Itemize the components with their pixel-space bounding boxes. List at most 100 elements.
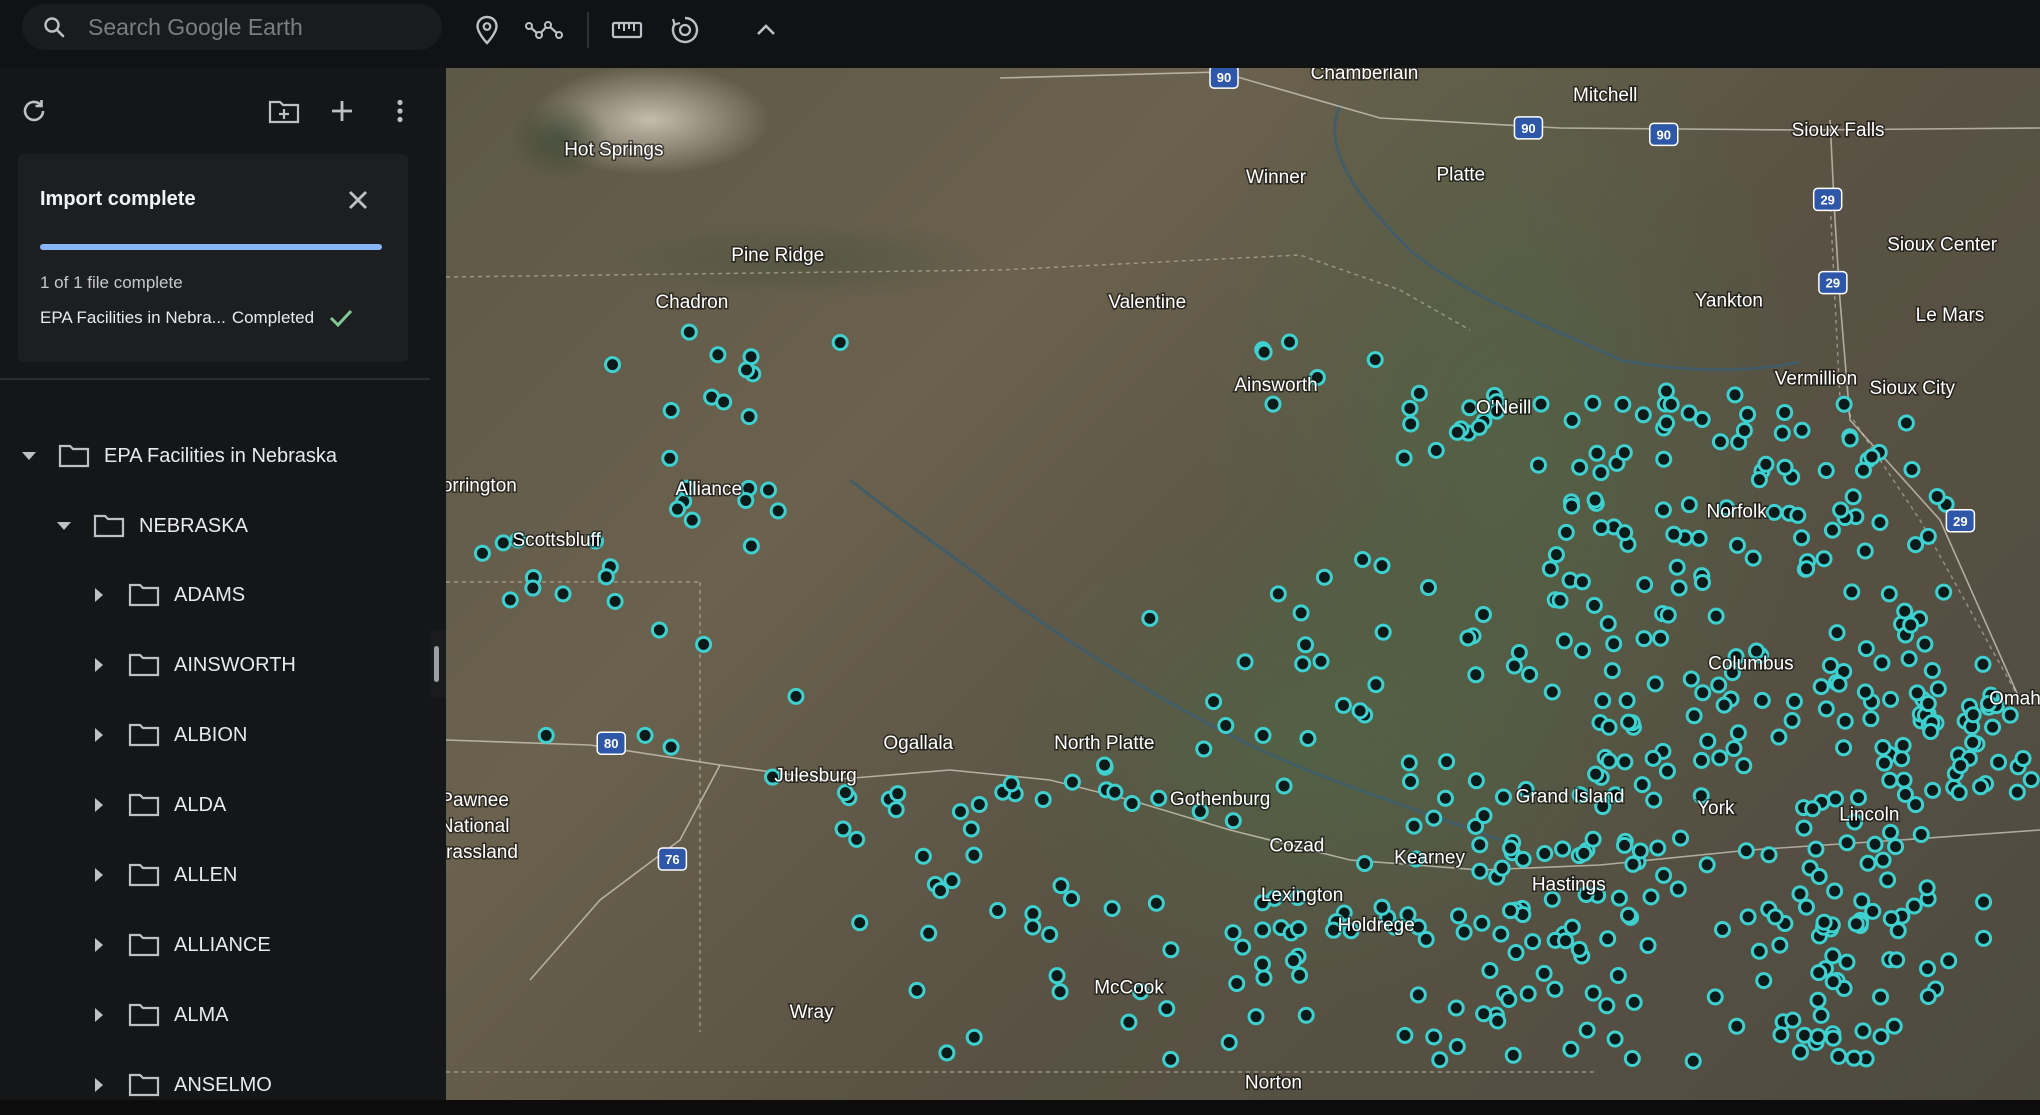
facility-marker [1815, 550, 1833, 568]
tree-item-anselmo[interactable]: ANSELMO [0, 1055, 518, 1115]
svg-text:29: 29 [1820, 192, 1834, 207]
facility-marker [1836, 712, 1854, 730]
facility-marker [1162, 1050, 1180, 1068]
facility-marker [1600, 718, 1618, 736]
map-canvas[interactable]: 90 90 90 29 29 29 80 76 Chamberlain Mitchell Siou… [446, 68, 2040, 1100]
expand-down-icon[interactable] [53, 515, 75, 537]
import-status-card: Import complete 1 of 1 file complete EPA… [18, 154, 408, 362]
facility-marker [1919, 527, 1937, 545]
facility-marker [1699, 732, 1717, 750]
facility-marker [1475, 1005, 1493, 1023]
expand-right-icon[interactable] [88, 724, 110, 746]
tree-item-alliance[interactable]: ALLIANCE [0, 915, 518, 975]
tree-item-alma[interactable]: ALMA [0, 985, 518, 1045]
facility-marker [887, 801, 905, 819]
facility-marker [1592, 464, 1610, 482]
facility-marker [1874, 738, 1892, 756]
close-import-button[interactable] [336, 178, 380, 222]
facility-marker [1845, 1049, 1863, 1067]
facility-marker [1874, 851, 1892, 869]
more-options-button[interactable] [380, 91, 420, 131]
expand-right-icon[interactable] [88, 1074, 110, 1096]
facility-marker [1255, 969, 1273, 987]
place-label: Hot Springs [564, 140, 663, 161]
facility-marker [1297, 636, 1315, 654]
expand-right-icon[interactable] [88, 934, 110, 956]
facility-marker [1744, 549, 1762, 567]
facility-marker [1431, 1051, 1449, 1069]
facility-marker [1095, 756, 1113, 774]
facility-marker [650, 621, 668, 639]
place-label: Sioux City [1869, 378, 1955, 399]
tree-item-nebraska[interactable]: NEBRASKA [0, 496, 483, 556]
svg-text:76: 76 [665, 852, 679, 867]
facility-marker [1052, 877, 1070, 895]
tree-item-root[interactable]: EPA Facilities in Nebraska [0, 426, 448, 486]
tree-item-allen[interactable]: ALLEN [0, 845, 518, 905]
tree-item-adams[interactable]: ADAMS [0, 565, 518, 625]
highway-shield: 29 [1818, 270, 1848, 295]
facility-marker [1807, 840, 1825, 858]
place-label: York [1697, 798, 1735, 819]
facility-marker [1507, 944, 1525, 962]
new-folder-button[interactable] [264, 91, 304, 131]
expand-right-icon[interactable] [88, 584, 110, 606]
facility-marker [1715, 696, 1733, 714]
search-icon [44, 17, 65, 38]
facility-marker [1760, 846, 1778, 864]
facility-marker [1690, 529, 1708, 547]
facility-marker [1312, 652, 1330, 670]
facility-marker [1048, 967, 1066, 985]
search-box[interactable] [22, 4, 442, 50]
draw-path-button[interactable] [524, 10, 564, 50]
expand-right-icon[interactable] [88, 794, 110, 816]
add-placemark-button[interactable] [467, 10, 507, 50]
import-progress-fill [40, 244, 382, 250]
facility-marker [1600, 752, 1618, 770]
place-label: Pawnee [446, 790, 509, 811]
facility-marker [1247, 1008, 1265, 1026]
expand-right-icon[interactable] [88, 654, 110, 676]
facility-marker [1281, 333, 1299, 351]
folder-icon [128, 583, 160, 607]
facility-marker [1684, 1052, 1702, 1070]
tree-item-label: ADAMS [174, 583, 246, 606]
map-view[interactable]: 90 90 90 29 29 29 80 76 Chamberlain Mitchell Siou… [446, 68, 2040, 1100]
facility-marker [1729, 724, 1747, 742]
collapse-toolbar-button[interactable] [746, 10, 786, 50]
facility-marker [1907, 536, 1925, 554]
place-label: Vermillion [1775, 369, 1857, 390]
facility-marker [1489, 1012, 1507, 1030]
facility-marker [1448, 423, 1466, 441]
measure-button[interactable] [607, 10, 647, 50]
import-file-row: EPA Facilities in Nebra... Completed [40, 307, 354, 329]
facility-marker [537, 726, 555, 744]
place-label: Valentine [1108, 292, 1186, 313]
facility-marker [1975, 893, 1993, 911]
svg-text:29: 29 [1826, 276, 1840, 291]
panel-resize-grip[interactable] [434, 646, 439, 682]
facility-marker [1824, 973, 1842, 991]
tree-item-alda[interactable]: ALDA [0, 775, 518, 835]
facility-marker [1789, 506, 1807, 524]
expand-right-icon[interactable] [88, 1004, 110, 1026]
expand-right-icon[interactable] [88, 864, 110, 886]
expand-down-icon[interactable] [18, 445, 40, 467]
search-input[interactable] [86, 12, 420, 42]
facility-marker [1912, 825, 1930, 843]
facility-marker [1438, 753, 1456, 771]
refresh-button[interactable] [14, 91, 54, 131]
facility-marker [1467, 666, 1485, 684]
facility-marker [920, 924, 938, 942]
tree-item-albion[interactable]: ALBION [0, 705, 518, 765]
facility-marker [1315, 568, 1333, 586]
import-progress-bar [40, 244, 382, 250]
facility-marker [1571, 458, 1589, 476]
facility-marker [1481, 962, 1499, 980]
add-button[interactable] [322, 91, 362, 131]
facility-marker [1857, 640, 1875, 658]
facility-marker [1609, 966, 1627, 984]
historical-imagery-button[interactable] [665, 10, 705, 50]
place-label: Sioux Falls [1792, 120, 1885, 141]
facility-marker [1919, 960, 1937, 978]
